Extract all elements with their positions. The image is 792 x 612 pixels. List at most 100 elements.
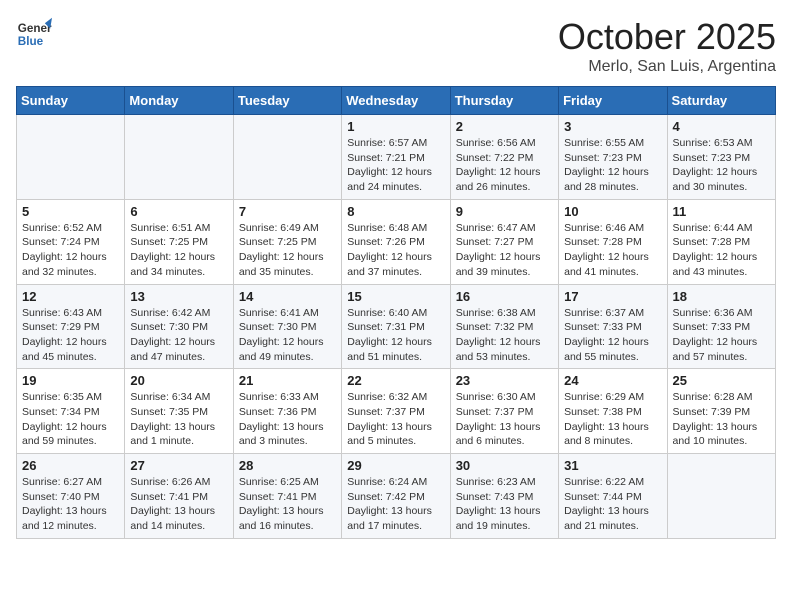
calendar-cell: 3 Sunrise: 6:55 AM Sunset: 7:23 PM Daylig… <box>559 115 667 200</box>
logo-icon: General Blue <box>16 16 52 52</box>
calendar-cell: 18 Sunrise: 6:36 AM Sunset: 7:33 PM Dayli… <box>667 284 775 369</box>
day-detail: Sunrise: 6:52 AM Sunset: 7:24 PM Dayligh… <box>22 221 119 280</box>
calendar-cell: 23 Sunrise: 6:30 AM Sunset: 7:37 PM Dayli… <box>450 369 558 454</box>
weekday-header: Saturday <box>667 87 775 115</box>
day-detail: Sunrise: 6:42 AM Sunset: 7:30 PM Dayligh… <box>130 306 227 365</box>
day-number: 8 <box>347 204 444 219</box>
calendar-subtitle: Merlo, San Luis, Argentina <box>558 58 776 76</box>
day-number: 3 <box>564 119 661 134</box>
day-number: 29 <box>347 458 444 473</box>
day-number: 22 <box>347 373 444 388</box>
calendar-cell: 13 Sunrise: 6:42 AM Sunset: 7:30 PM Dayli… <box>125 284 233 369</box>
calendar-cell: 30 Sunrise: 6:23 AM Sunset: 7:43 PM Dayli… <box>450 454 558 539</box>
day-number: 19 <box>22 373 119 388</box>
calendar-cell <box>233 115 341 200</box>
calendar-cell: 29Sunrise: 6:24 AM Sunset: 7:42 PM Dayli… <box>342 454 450 539</box>
day-number: 4 <box>673 119 770 134</box>
day-detail: Sunrise: 6:40 AM Sunset: 7:31 PM Dayligh… <box>347 306 444 365</box>
day-number: 11 <box>673 204 770 219</box>
day-detail: Sunrise: 6:46 AM Sunset: 7:28 PM Dayligh… <box>564 221 661 280</box>
day-detail: Sunrise: 6:53 AM Sunset: 7:23 PM Dayligh… <box>673 136 770 195</box>
day-number: 16 <box>456 289 553 304</box>
logo: General Blue <box>16 16 52 52</box>
day-detail: Sunrise: 6:51 AM Sunset: 7:25 PM Dayligh… <box>130 221 227 280</box>
day-detail: Sunrise: 6:30 AM Sunset: 7:37 PM Dayligh… <box>456 390 553 449</box>
day-detail: Sunrise: 6:44 AM Sunset: 7:28 PM Dayligh… <box>673 221 770 280</box>
day-number: 18 <box>673 289 770 304</box>
weekday-header-row: SundayMondayTuesdayWednesdayThursdayFrid… <box>17 87 776 115</box>
calendar-cell: 27 Sunrise: 6:26 AM Sunset: 7:41 PM Dayli… <box>125 454 233 539</box>
svg-text:Blue: Blue <box>18 35 44 48</box>
day-number: 12 <box>22 289 119 304</box>
day-number: 30 <box>456 458 553 473</box>
day-number: 5 <box>22 204 119 219</box>
calendar-week-row: 5 Sunrise: 6:52 AM Sunset: 7:24 PM Daylig… <box>17 199 776 284</box>
day-number: 24 <box>564 373 661 388</box>
day-detail: Sunrise: 6:32 AM Sunset: 7:37 PM Dayligh… <box>347 390 444 449</box>
day-detail: Sunrise: 6:27 AM Sunset: 7:40 PM Dayligh… <box>22 475 119 534</box>
day-number: 27 <box>130 458 227 473</box>
day-detail: Sunrise: 6:23 AM Sunset: 7:43 PM Dayligh… <box>456 475 553 534</box>
day-number: 9 <box>456 204 553 219</box>
day-number: 13 <box>130 289 227 304</box>
calendar-week-row: 1Sunrise: 6:57 AM Sunset: 7:21 PM Daylig… <box>17 115 776 200</box>
calendar-cell: 21 Sunrise: 6:33 AM Sunset: 7:36 PM Dayli… <box>233 369 341 454</box>
day-number: 21 <box>239 373 336 388</box>
weekday-header: Thursday <box>450 87 558 115</box>
day-detail: Sunrise: 6:49 AM Sunset: 7:25 PM Dayligh… <box>239 221 336 280</box>
day-number: 23 <box>456 373 553 388</box>
day-detail: Sunrise: 6:55 AM Sunset: 7:23 PM Dayligh… <box>564 136 661 195</box>
calendar-cell: 28Sunrise: 6:25 AM Sunset: 7:41 PM Dayli… <box>233 454 341 539</box>
day-detail: Sunrise: 6:36 AM Sunset: 7:33 PM Dayligh… <box>673 306 770 365</box>
day-number: 2 <box>456 119 553 134</box>
calendar-cell: 12 Sunrise: 6:43 AM Sunset: 7:29 PM Dayli… <box>17 284 125 369</box>
calendar-table: SundayMondayTuesdayWednesdayThursdayFrid… <box>16 86 776 539</box>
weekday-header: Monday <box>125 87 233 115</box>
day-number: 26 <box>22 458 119 473</box>
calendar-cell <box>17 115 125 200</box>
day-detail: Sunrise: 6:28 AM Sunset: 7:39 PM Dayligh… <box>673 390 770 449</box>
day-detail: Sunrise: 6:43 AM Sunset: 7:29 PM Dayligh… <box>22 306 119 365</box>
calendar-cell: 26 Sunrise: 6:27 AM Sunset: 7:40 PM Dayli… <box>17 454 125 539</box>
day-detail: Sunrise: 6:41 AM Sunset: 7:30 PM Dayligh… <box>239 306 336 365</box>
calendar-cell: 22 Sunrise: 6:32 AM Sunset: 7:37 PM Dayli… <box>342 369 450 454</box>
day-detail: Sunrise: 6:37 AM Sunset: 7:33 PM Dayligh… <box>564 306 661 365</box>
title-area: October 2025 Merlo, San Luis, Argentina <box>558 16 776 76</box>
calendar-cell: 9 Sunrise: 6:47 AM Sunset: 7:27 PM Daylig… <box>450 199 558 284</box>
calendar-cell: 14Sunrise: 6:41 AM Sunset: 7:30 PM Dayli… <box>233 284 341 369</box>
weekday-header: Sunday <box>17 87 125 115</box>
calendar-cell <box>667 454 775 539</box>
calendar-title: October 2025 <box>558 16 776 58</box>
calendar-cell: 16 Sunrise: 6:38 AM Sunset: 7:32 PM Dayli… <box>450 284 558 369</box>
calendar-cell: 1Sunrise: 6:57 AM Sunset: 7:21 PM Daylig… <box>342 115 450 200</box>
calendar-cell: 5 Sunrise: 6:52 AM Sunset: 7:24 PM Daylig… <box>17 199 125 284</box>
calendar-cell: 17Sunrise: 6:37 AM Sunset: 7:33 PM Dayli… <box>559 284 667 369</box>
day-detail: Sunrise: 6:29 AM Sunset: 7:38 PM Dayligh… <box>564 390 661 449</box>
day-detail: Sunrise: 6:33 AM Sunset: 7:36 PM Dayligh… <box>239 390 336 449</box>
day-number: 20 <box>130 373 227 388</box>
calendar-cell: 15Sunrise: 6:40 AM Sunset: 7:31 PM Dayli… <box>342 284 450 369</box>
calendar-cell: 31 Sunrise: 6:22 AM Sunset: 7:44 PM Dayli… <box>559 454 667 539</box>
calendar-cell: 24 Sunrise: 6:29 AM Sunset: 7:38 PM Dayli… <box>559 369 667 454</box>
calendar-week-row: 26 Sunrise: 6:27 AM Sunset: 7:40 PM Dayli… <box>17 454 776 539</box>
day-number: 6 <box>130 204 227 219</box>
calendar-cell <box>125 115 233 200</box>
weekday-header: Friday <box>559 87 667 115</box>
day-number: 25 <box>673 373 770 388</box>
day-detail: Sunrise: 6:22 AM Sunset: 7:44 PM Dayligh… <box>564 475 661 534</box>
day-detail: Sunrise: 6:47 AM Sunset: 7:27 PM Dayligh… <box>456 221 553 280</box>
day-number: 31 <box>564 458 661 473</box>
calendar-cell: 10 Sunrise: 6:46 AM Sunset: 7:28 PM Dayli… <box>559 199 667 284</box>
weekday-header: Tuesday <box>233 87 341 115</box>
calendar-week-row: 19Sunrise: 6:35 AM Sunset: 7:34 PM Dayli… <box>17 369 776 454</box>
day-number: 1 <box>347 119 444 134</box>
day-number: 7 <box>239 204 336 219</box>
page-header: General Blue October 2025 Merlo, San Lui… <box>16 16 776 76</box>
calendar-cell: 4 Sunrise: 6:53 AM Sunset: 7:23 PM Daylig… <box>667 115 775 200</box>
calendar-cell: 11 Sunrise: 6:44 AM Sunset: 7:28 PM Dayli… <box>667 199 775 284</box>
day-detail: Sunrise: 6:56 AM Sunset: 7:22 PM Dayligh… <box>456 136 553 195</box>
calendar-cell: 7 Sunrise: 6:49 AM Sunset: 7:25 PM Daylig… <box>233 199 341 284</box>
day-number: 10 <box>564 204 661 219</box>
day-detail: Sunrise: 6:26 AM Sunset: 7:41 PM Dayligh… <box>130 475 227 534</box>
day-detail: Sunrise: 6:38 AM Sunset: 7:32 PM Dayligh… <box>456 306 553 365</box>
